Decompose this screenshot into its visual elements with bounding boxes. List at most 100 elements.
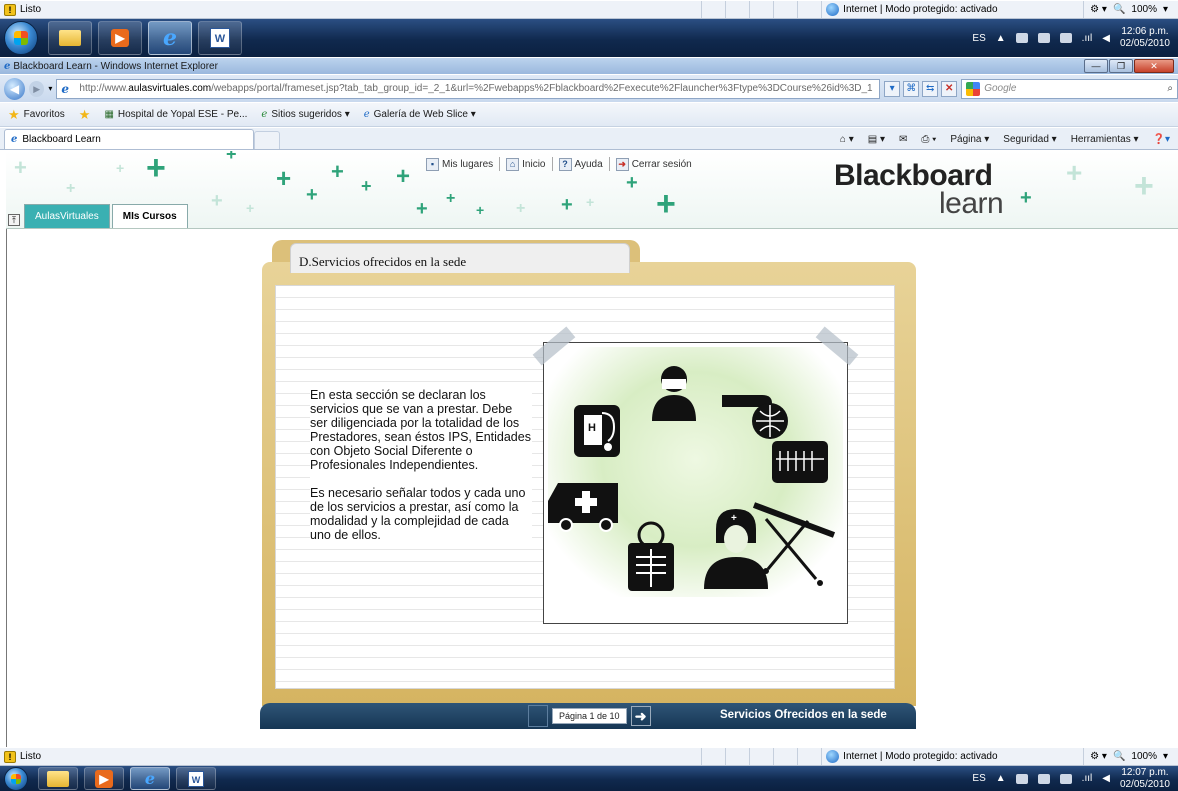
tab-aulas-virtuales[interactable]: AulasVirtuales (24, 204, 110, 228)
page-icon: e (61, 81, 70, 96)
taskbar-media-player[interactable]: ▶ (98, 21, 142, 55)
collapse-icon[interactable]: ⤒ (8, 214, 20, 226)
link-inicio[interactable]: ⌂ Inicio (506, 157, 546, 171)
pager: Página 1 de 10 ➜ (528, 703, 651, 729)
help-icon: ? (558, 157, 572, 171)
link-mis-lugares[interactable]: ▪ Mis lugares (426, 157, 493, 171)
taskbar-word[interactable]: W (198, 21, 242, 55)
zoom-control[interactable]: ⚙ ▾ 🔍 100% ▾ (1083, 748, 1174, 765)
chevron-down-icon: ▾ (1162, 751, 1168, 762)
print-icon[interactable]: ⎙ ▾ (921, 134, 936, 145)
paragraph-2: Es necesario señalar todos y cada uno de… (310, 486, 526, 542)
top-status-bar: ! Listo Internet | Modo protegido: activ… (0, 0, 1178, 19)
next-page-button[interactable]: ➜ (630, 706, 651, 726)
word-icon: W (210, 28, 230, 48)
feeds-icon[interactable]: ▤ ▾ (868, 134, 885, 145)
language-indicator[interactable]: ES (972, 773, 985, 784)
section-title: Servicios Ofrecidos en la sede (720, 709, 887, 721)
favorite-item[interactable]: e Galería de Web Slice ▾ (364, 109, 476, 120)
taskbar-internet-explorer[interactable]: e (148, 21, 192, 55)
signal-icon[interactable]: .ııl (1082, 33, 1093, 44)
recent-pages-icon[interactable]: ▾ (48, 84, 52, 93)
svg-text:H: H (588, 422, 596, 434)
google-icon (966, 81, 981, 96)
volume-icon[interactable]: ◀ (1102, 773, 1110, 784)
warning-icon: ! (4, 3, 16, 16)
favorites-bar: ★ Favoritos ★ ▦ Hospital de Yopal ESE - … (0, 103, 1178, 127)
search-icon[interactable]: ⌕ (1167, 83, 1173, 94)
taskbar-explorer[interactable] (38, 767, 78, 790)
taskbar-media-player[interactable]: ▶ (84, 767, 124, 790)
network-icon[interactable] (1059, 773, 1072, 784)
xray-viewer-icon (772, 441, 828, 483)
address-dropdown-icon[interactable]: ▾ (884, 80, 901, 97)
tray-icon[interactable] (1015, 33, 1028, 43)
start-button[interactable] (4, 766, 28, 791)
search-input[interactable]: Google ⌕ (961, 78, 1178, 99)
tray-icon[interactable] (1015, 773, 1028, 784)
folder-title-tab: D.Servicios ofrecidos en la sede (290, 243, 630, 273)
address-row: ◀ ▶ ▾ e http://www. aulasvirtuales.com/we… (0, 75, 1178, 102)
command-bar: ⌂ ▾ ▤ ▾ ✉ ⎙ ▾ Página ▾ Seguridad ▾ Herra… (840, 129, 1178, 149)
new-tab-button[interactable] (254, 131, 280, 149)
globe-icon (826, 3, 840, 16)
flag-icon[interactable] (1037, 773, 1050, 784)
previous-page-button[interactable] (528, 705, 548, 727)
content-text: En esta sección se declaran los servicio… (310, 388, 532, 542)
warning-icon: ! (4, 750, 16, 763)
tab-row: e Blackboard Learn ⌂ ▾ ▤ ▾ ✉ ⎙ ▾ Página … (0, 128, 1178, 150)
stop-icon[interactable]: ✕ (941, 80, 958, 97)
taskbar-word[interactable]: W (176, 767, 216, 790)
signal-icon[interactable]: .ııl (1082, 773, 1093, 784)
tab-mis-cursos[interactable]: MIs Cursos (111, 204, 188, 228)
flag-icon[interactable] (1037, 33, 1050, 43)
network-icon[interactable] (1059, 33, 1072, 43)
browser-tab[interactable]: e Blackboard Learn (4, 129, 254, 149)
zoom-control[interactable]: ⚙ ▾ 🔍 100% ▾ (1083, 1, 1174, 18)
link-ayuda[interactable]: ? Ayuda (558, 157, 603, 171)
help-icon[interactable]: ❓▾ (1153, 134, 1170, 145)
folder-title: D.Servicios ofrecidos en la sede (299, 254, 467, 269)
ie-icon: e (144, 769, 156, 788)
taskbar-internet-explorer[interactable]: e (130, 767, 170, 790)
logo-plus-icon: + (1020, 187, 1032, 209)
refresh-icon[interactable]: ⇆ (922, 80, 939, 97)
menu-tools[interactable]: Herramientas ▾ (1071, 134, 1139, 145)
security-zone[interactable]: Internet | Modo protegido: activado (821, 748, 1083, 765)
medical-record-icon: H (574, 405, 620, 457)
close-window-button[interactable]: ✕ (1134, 59, 1174, 73)
favorite-item[interactable]: ▦ Hospital de Yopal ESE - Pe... (104, 109, 247, 120)
security-zone[interactable]: Internet | Modo protegido: activado (821, 1, 1083, 18)
ie-icon: e (11, 134, 18, 145)
back-button[interactable]: ◀ (4, 77, 26, 100)
services-illustration: H + (532, 326, 859, 624)
show-hidden-icons[interactable]: ▲ (996, 773, 1006, 784)
add-favorite-icon[interactable]: ★ (79, 107, 91, 123)
clock[interactable]: 12:07 p.m. 02/05/2010 (1120, 767, 1170, 791)
menu-page[interactable]: Página ▾ (950, 134, 989, 145)
home-icon[interactable]: ⌂ ▾ (840, 134, 854, 145)
compatibility-icon[interactable]: ⌘ (903, 80, 920, 97)
maximize-button[interactable]: ❐ (1109, 59, 1133, 73)
language-indicator[interactable]: ES (972, 33, 985, 44)
star-icon: ★ (8, 106, 20, 122)
skeleton-icon (628, 521, 674, 591)
mail-icon[interactable]: ✉ (899, 134, 907, 145)
clock[interactable]: 12:06 p.m. 02/05/2010 (1120, 26, 1170, 50)
favorites-button[interactable]: ★ Favoritos (8, 107, 65, 123)
content-nav-bar: Página 1 de 10 ➜ Servicios Ofrecidos en … (260, 703, 916, 729)
start-button[interactable] (4, 21, 38, 55)
taskbar-explorer[interactable] (48, 21, 92, 55)
web-slice-icon: e (363, 109, 370, 120)
ambulance-icon (548, 483, 618, 532)
chevron-down-icon: ▾ (1162, 4, 1168, 15)
address-bar[interactable]: e http://www. aulasvirtuales.com/webapps/… (56, 78, 881, 99)
page-indicator: Página 1 de 10 (552, 708, 627, 724)
show-hidden-icons[interactable]: ▲ (996, 33, 1006, 44)
forward-button[interactable]: ▶ (29, 80, 45, 97)
volume-icon[interactable]: ◀ (1102, 33, 1110, 44)
minimize-button[interactable]: — (1084, 59, 1108, 73)
menu-security[interactable]: Seguridad ▾ (1003, 134, 1056, 145)
favorite-item[interactable]: e Sitios sugeridos ▾ (261, 109, 349, 120)
link-cerrar-sesion[interactable]: ➜ Cerrar sesión (615, 157, 692, 171)
